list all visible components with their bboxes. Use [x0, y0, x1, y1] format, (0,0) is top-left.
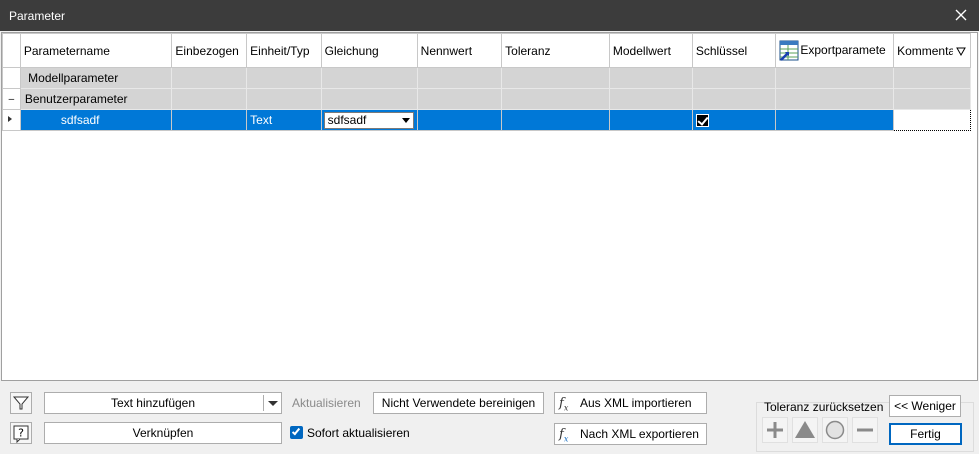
group-cell — [893, 88, 971, 110]
import-xml-button[interactable]: fx Aus XML importieren — [554, 392, 707, 414]
fx-export-icon: fx — [559, 427, 569, 444]
group-row-modellparameter[interactable]: Modellparameter — [2, 67, 977, 89]
cell-comment[interactable] — [893, 109, 971, 131]
svg-text:?: ? — [18, 427, 24, 440]
cleanup-button[interactable]: Nicht Verwendete bereinigen — [373, 392, 544, 414]
import-xml-label: Aus XML importieren — [580, 396, 692, 410]
cell-equation[interactable]: sdfsadf — [320, 109, 418, 131]
help-icon: ? — [13, 425, 29, 444]
parameter-row[interactable]: sdfsadf Text sdfsadf — [2, 109, 977, 131]
key-checkbox[interactable] — [695, 114, 709, 128]
col-kommentar-label: Kommentar — [897, 43, 954, 58]
row-selector[interactable] — [2, 109, 21, 131]
cell-comment-pad — [970, 109, 977, 131]
cell-nennwert[interactable] — [416, 109, 503, 131]
filter-icon — [12, 396, 30, 410]
parameter-unit: Text — [250, 113, 273, 127]
add-text-button[interactable]: Text hinzufügen — [44, 392, 282, 414]
auto-update-label[interactable]: Sofort aktualisieren — [307, 426, 410, 440]
group-label: Benutzerparameter — [19, 88, 173, 110]
col-exportparameter[interactable]: Exportparamete — [775, 33, 895, 68]
group-cell — [691, 88, 777, 110]
group-cell — [691, 67, 777, 89]
minus-icon[interactable] — [852, 417, 878, 443]
cell-key[interactable] — [691, 109, 777, 131]
add-text-label: Text hinzufügen — [110, 396, 196, 410]
group-cell — [501, 88, 610, 110]
close-icon[interactable] — [951, 5, 971, 25]
less-button[interactable]: << Weniger — [889, 395, 961, 417]
update-button[interactable]: Aktualisieren — [292, 396, 361, 410]
group-cell — [608, 88, 693, 110]
equation-combo[interactable]: sdfsadf — [323, 111, 414, 129]
group-cell — [775, 88, 895, 110]
group-cell — [171, 88, 248, 110]
group-label: Modellparameter — [19, 67, 173, 89]
group-cell — [608, 67, 693, 89]
fx-import-icon: fx — [559, 396, 569, 413]
sort-down-icon[interactable] — [956, 46, 967, 56]
cell-modellwert[interactable] — [608, 109, 693, 131]
group-row-benutzerparameter[interactable]: – Benutzerparameter — [2, 88, 977, 110]
group-cell — [501, 67, 610, 89]
group-benutzerparameter-label: Benutzerparameter — [24, 92, 128, 106]
done-button[interactable]: Fertig — [889, 423, 962, 445]
collapse-toggle[interactable]: – — [9, 94, 15, 105]
filter-button[interactable] — [10, 392, 32, 414]
row-selector[interactable]: – — [2, 88, 21, 110]
group-cell — [775, 67, 895, 89]
row-pointer-icon — [8, 116, 12, 122]
col-einbezogen[interactable]: Einbezogen — [171, 33, 248, 68]
export-xml-button[interactable]: fx Nach XML exportieren — [554, 423, 707, 445]
group-cell — [246, 67, 322, 89]
parameter-name: sdfsadf — [60, 113, 100, 127]
link-button[interactable]: Verknüpfen — [44, 422, 282, 444]
title-bar: Parameter — [0, 0, 979, 31]
col-einheit-typ[interactable]: Einheit/Typ — [246, 33, 322, 68]
row-selector[interactable] — [2, 67, 21, 89]
chevron-down-icon — [268, 401, 278, 406]
group-cell — [893, 67, 971, 89]
bottom-panel: ? Text hinzufügen Verknüpfen Aktualisier… — [0, 382, 979, 454]
group-cell — [320, 88, 418, 110]
group-cell — [171, 67, 248, 89]
plus-icon[interactable] — [762, 417, 788, 443]
cell-unit[interactable]: Text — [246, 109, 322, 131]
help-button[interactable]: ? — [10, 422, 32, 444]
cell-einbezogen[interactable] — [171, 109, 248, 131]
col-modellwert[interactable]: Modellwert — [608, 33, 693, 68]
row-selector-header — [2, 33, 21, 68]
group-cell — [246, 88, 322, 110]
group-cell — [416, 88, 503, 110]
col-gleichung[interactable]: Gleichung — [320, 33, 418, 68]
header-row: Parametername Einbezogen Einheit/Typ Gle… — [2, 33, 977, 68]
parameter-grid[interactable]: Parametername Einbezogen Einheit/Typ Gle… — [1, 32, 978, 381]
circle-icon[interactable] — [822, 417, 848, 443]
cell-toleranz[interactable] — [501, 109, 610, 131]
cell-name[interactable]: sdfsadf — [19, 109, 173, 131]
col-exportparameter-label: Exportparamete — [800, 42, 886, 57]
parameter-dialog: Parameter Parametername Einbezogen Einhe… — [0, 0, 979, 454]
chevron-down-icon — [401, 117, 410, 123]
col-nennwert[interactable]: Nennwert — [416, 33, 503, 68]
equation-value: sdfsadf — [327, 112, 367, 127]
check-icon — [291, 426, 301, 436]
group-modellparameter-label: Modellparameter — [28, 71, 119, 85]
triangle-icon[interactable] — [792, 417, 818, 443]
group-cell — [320, 67, 418, 89]
col-schluessel[interactable]: Schlüssel — [691, 33, 777, 68]
export-xml-label: Nach XML exportieren — [580, 427, 699, 441]
col-parametername[interactable]: Parametername — [19, 33, 173, 68]
col-kommentar[interactable]: Kommentar — [893, 33, 971, 68]
window-title: Parameter — [9, 9, 66, 23]
col-toleranz[interactable]: Toleranz — [501, 33, 610, 68]
export-table-icon — [779, 40, 799, 61]
auto-update-checkbox[interactable] — [290, 426, 303, 439]
cell-export[interactable] — [775, 109, 895, 131]
add-text-dropdown[interactable] — [263, 395, 281, 411]
group-cell — [416, 67, 503, 89]
tolerance-reset-label: Toleranz zurücksetzen — [764, 400, 884, 414]
